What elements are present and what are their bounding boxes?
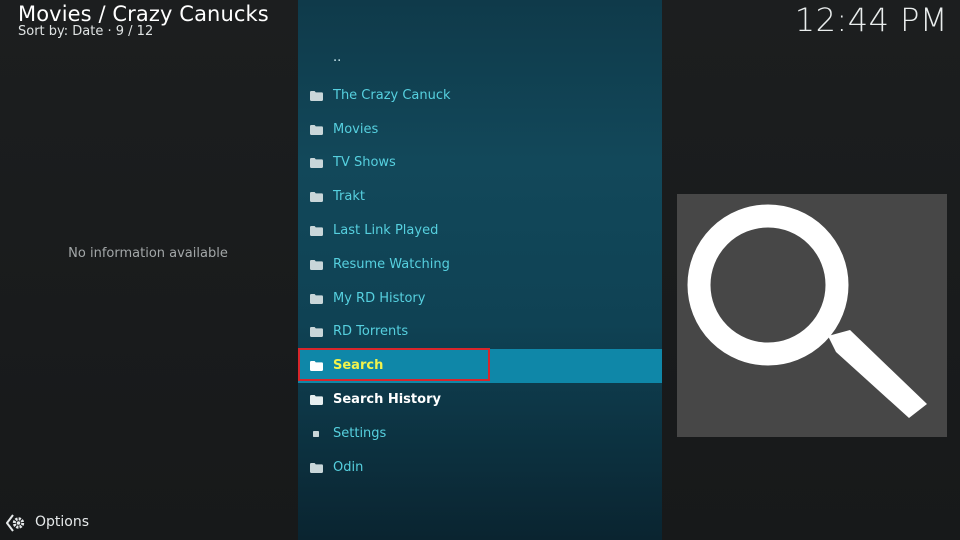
options-label: Options [35,514,90,530]
file-list: .. The Crazy Canuck Movies TV Shows Trak… [298,45,662,484]
list-item-label: Odin [333,459,364,475]
list-item-label: Settings [333,425,387,441]
page-title: Movies / Crazy Canucks [18,2,269,26]
file-list-panel: .. The Crazy Canuck Movies TV Shows Trak… [298,0,662,540]
folder-icon [310,90,323,101]
focus-highlight-box [298,348,490,382]
list-item-label: My RD History [333,290,426,306]
list-item-label: Search History [333,391,441,407]
folder-icon [310,394,323,405]
list-item-my-rd-history[interactable]: My RD History [298,282,662,316]
list-item-parent-directory[interactable]: .. [298,45,662,79]
list-item-search[interactable]: Search [298,348,662,383]
list-item-label: Trakt [333,189,365,205]
folder-icon [310,124,323,135]
magnifier-icon [687,204,927,418]
gear-icon [6,514,25,532]
thumbnail-panel [677,194,947,437]
folder-icon [310,293,323,304]
clock: 12:44 PM [794,1,948,39]
list-item-label: .. [333,50,342,65]
list-item-trakt[interactable]: Trakt [298,180,662,214]
list-item-label: Movies [333,121,379,137]
list-item-label: RD Torrents [333,324,409,340]
folder-icon [310,361,323,372]
file-icon [313,430,319,437]
folder-icon [310,225,323,236]
list-item-settings[interactable]: Settings [298,417,662,451]
list-item-label: Resume Watching [333,256,450,272]
list-item-movies[interactable]: Movies [298,113,662,147]
folder-icon [310,192,323,203]
info-panel-message: No information available [68,246,228,261]
list-item-label: Search [333,358,384,374]
folder-icon [310,327,323,338]
folder-icon [310,158,323,169]
list-item-label: Last Link Played [333,222,439,238]
list-item-odin[interactable]: Odin [298,451,662,485]
list-item-tv-shows[interactable]: TV Shows [298,146,662,180]
list-item-label: The Crazy Canuck [333,87,451,103]
list-item-the-crazy-canuck[interactable]: The Crazy Canuck [298,79,662,113]
folder-icon [310,259,323,270]
list-item-search-history[interactable]: Search History [298,383,662,417]
list-item-resume-watching[interactable]: Resume Watching [298,248,662,282]
folder-icon [310,462,323,473]
list-item-label: TV Shows [333,155,396,171]
list-item-rd-torrents[interactable]: RD Torrents [298,315,662,349]
sort-info: Sort by: Date · 9 / 12 [18,24,154,39]
kodi-screen: Movies / Crazy Canucks Sort by: Date · 9… [0,0,960,540]
list-item-last-link-played[interactable]: Last Link Played [298,214,662,248]
